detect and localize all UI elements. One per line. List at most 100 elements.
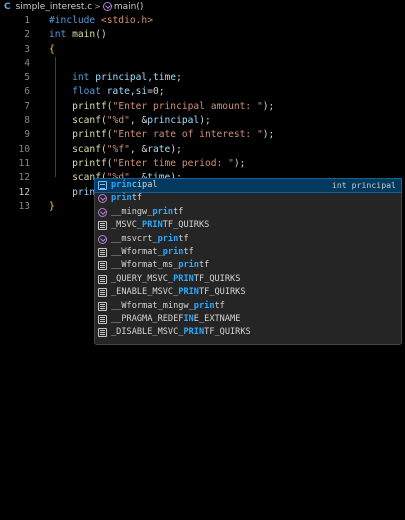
suggestion-text: __Wformat_ [111, 246, 163, 257]
code-line[interactable]: 10 scanf("%f", &rate); [0, 143, 405, 157]
code-line[interactable]: 2 int main() [0, 28, 405, 42]
suggestion-item[interactable]: _ENABLE_MSVC_PRINTF_QUIRKS [95, 286, 401, 299]
code-line[interactable]: 8 scanf("%d", &principal); [0, 114, 405, 128]
code-token: "Enter time period: " [112, 157, 234, 169]
line-number: 6 [24, 86, 30, 98]
line-number: 1 [24, 15, 30, 26]
suggestion-item[interactable]: __PRAGMA_REDEFINE_EXTNAME [95, 313, 401, 326]
suggestion-text: TF_QUIRKS [198, 287, 246, 298]
suggestion-item[interactable]: __Wformat_mingw_printf [95, 300, 401, 313]
suggestion-label: principal [111, 179, 158, 192]
suggestion-item[interactable]: principal int principal [94, 177, 402, 194]
code-token: scanf [72, 143, 101, 155]
text-icon [98, 261, 107, 271]
code-token: ); [199, 115, 211, 127]
suggestion-text: _DISABLE_MSVC_ [111, 327, 184, 338]
code-line[interactable]: 9 printf("Enter rate of interest: "); [0, 128, 405, 142]
code-text[interactable]: int principal,time; [49, 71, 182, 85]
suggestion-text: tf [214, 300, 225, 311]
code-text[interactable]: printf("Enter rate of interest: "); [49, 128, 274, 142]
line-number: 12 [18, 186, 30, 198]
code-token: () [95, 29, 107, 41]
code-text[interactable]: printf("Enter time period: "); [49, 157, 245, 171]
line-number: 8 [24, 115, 30, 127]
suggestion-item[interactable]: __msvcrt_printf [95, 233, 401, 246]
suggestion-label: printf [111, 192, 142, 205]
code-token: ); [262, 129, 275, 141]
function-icon [98, 234, 107, 244]
code-text[interactable]: scanf("%f", &rate); [49, 143, 182, 157]
suggestion-text: _MSVC_ [111, 220, 143, 231]
code-text[interactable]: prin [49, 185, 97, 200]
suggestion-item[interactable]: printf [95, 192, 401, 205]
code-line[interactable]: 4 [0, 57, 405, 71]
code-text[interactable]: { [49, 43, 55, 57]
function-icon [98, 207, 107, 217]
line-number: 7 [24, 100, 30, 112]
suggestion-detail: int principal [331, 180, 396, 190]
code-text[interactable]: scanf("%d", &principal); [49, 114, 211, 128]
code-token: , & [129, 143, 148, 155]
suggestion-text: TF_QUIRKS [204, 327, 251, 338]
suggestion-label: _QUERY_MSVC_PRINTF_QUIRKS [111, 273, 240, 286]
line-number: 13 [18, 200, 30, 212]
code-text[interactable]: printf("Enter principal amount: "); [49, 100, 274, 114]
suggestion-text: __Wformat_ms_ [111, 260, 179, 271]
suggestion-text: tf [131, 193, 143, 204]
breadcrumb-file[interactable]: simple_interest.c [16, 2, 93, 12]
breadcrumb: C simple_interest.c > main() [0, 0, 405, 13]
code-token: ); [262, 100, 275, 112]
code-line[interactable]: 5 int principal,time; [0, 71, 405, 85]
suggestion-text: _QUERY_MSVC_ [111, 273, 174, 284]
suggestion-text: __Wformat_mingw_ [111, 300, 194, 311]
breadcrumb-function[interactable]: main() [114, 2, 144, 12]
line-number: 2 [24, 29, 30, 41]
suggestion-text: tf [173, 206, 184, 217]
code-text[interactable]: } [49, 200, 55, 214]
suggestion-match: IN [183, 313, 194, 324]
suggestion-match: prin [157, 233, 179, 244]
variable-icon [98, 181, 107, 190]
code-line[interactable]: 1 #include <stdio.h> [0, 14, 405, 28]
code-text[interactable]: float rate,si=0; [49, 85, 164, 99]
code-token: prin [72, 186, 96, 198]
code-line[interactable]: 3{ [0, 43, 405, 57]
code-token: "%d" [106, 115, 130, 127]
line-number: 12 [18, 172, 30, 184]
suggestion-item[interactable]: _QUERY_MSVC_PRINTF_QUIRKS [95, 273, 401, 286]
suggestion-label: __Wformat_ms_printf [111, 259, 209, 272]
code-token: ); [170, 143, 182, 155]
code-text[interactable]: int main() [49, 28, 107, 42]
text-icon [98, 314, 107, 324]
suggestion-widget[interactable]: principal int principal printf __mingw_prin… [94, 177, 402, 345]
suggestion-match: prin [193, 300, 215, 311]
code-token: { [49, 43, 55, 55]
function-icon [98, 194, 107, 204]
suggestion-item[interactable]: _MSVC_PRINTF_QUIRKS [95, 219, 401, 232]
suggestion-item[interactable]: __Wformat_ms_printf [95, 259, 401, 272]
code-token: main [72, 29, 96, 41]
suggestion-item[interactable]: _DISABLE_MSVC_PRINTF_QUIRKS [95, 326, 401, 339]
suggestion-label: __Wformat_printf [111, 246, 194, 259]
code-token: si [135, 86, 148, 98]
suggestion-text: __msvcrt_ [111, 233, 158, 244]
line-number: 11 [18, 157, 30, 169]
code-token: } [49, 200, 55, 212]
code-token: <stdio.h> [100, 15, 153, 26]
suggestion-item[interactable]: __Wformat_printf [95, 246, 401, 259]
code-line[interactable]: 7 printf("Enter principal amount: "); [0, 100, 405, 114]
suggestion-text: tf [198, 260, 210, 271]
code-text[interactable]: #include <stdio.h> [49, 14, 153, 28]
suggestion-match: prin [111, 193, 132, 204]
code-line[interactable]: 11 printf("Enter time period: "); [0, 157, 405, 171]
code-token: printf [72, 129, 107, 141]
code-line[interactable]: 6 float rate,si=0; [0, 85, 405, 99]
line-number: 9 [24, 129, 30, 141]
suggestion-item[interactable]: __mingw_printf [95, 206, 401, 219]
